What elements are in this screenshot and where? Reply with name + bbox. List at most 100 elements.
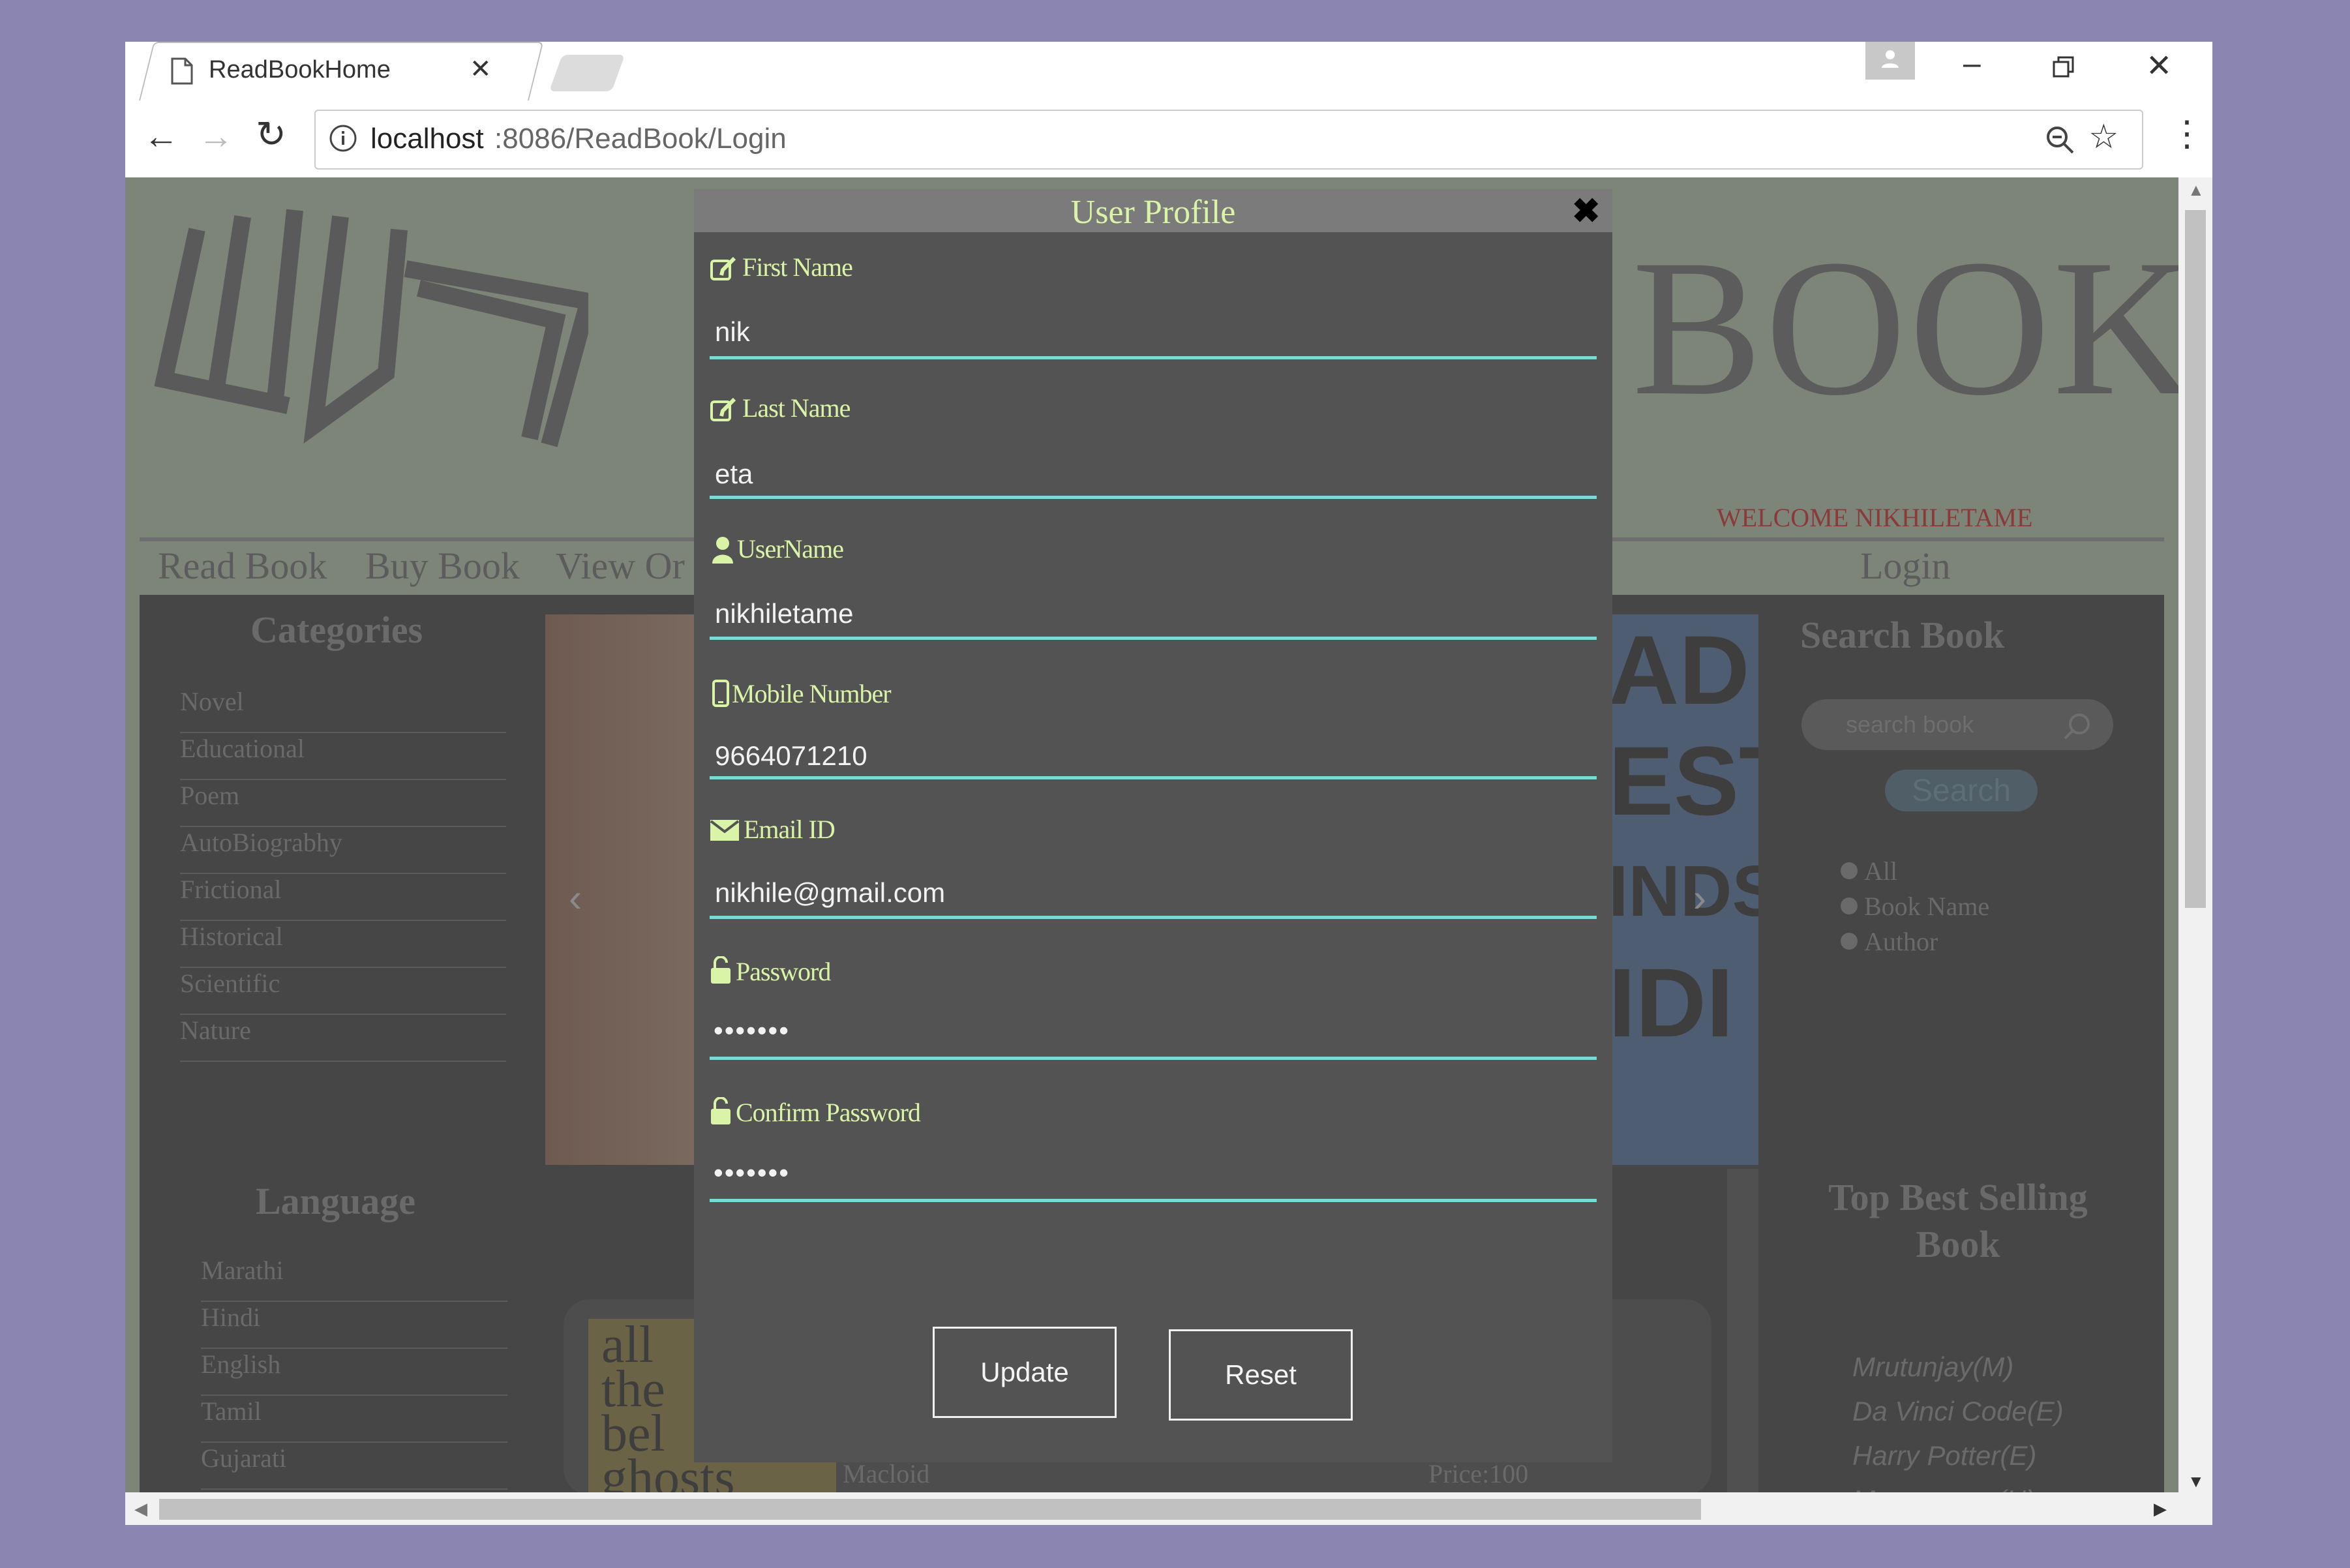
nav-read-book[interactable]: Read Book xyxy=(158,544,327,588)
envelope-icon xyxy=(710,820,740,841)
page-icon xyxy=(171,57,193,85)
browser-window: ReadBookHome ✕ – ✕ ← → ↻ localhost :8086… xyxy=(125,42,2212,1525)
mobile-underline xyxy=(710,776,1597,779)
username-label: UserName xyxy=(737,534,844,564)
reset-button[interactable]: Reset xyxy=(1169,1329,1353,1421)
carousel-image-right: AD EST INDS IDI xyxy=(1602,614,1758,1165)
category-item[interactable]: Poem xyxy=(180,780,506,827)
modal-title: User Profile xyxy=(1070,194,1236,231)
search-option-all[interactable]: All xyxy=(1841,853,1989,888)
language-item[interactable]: English xyxy=(201,1349,507,1396)
categories-title: Categories xyxy=(250,609,423,651)
radio-icon xyxy=(1841,933,1858,950)
search-input[interactable]: search book xyxy=(1801,699,2113,750)
update-button[interactable]: Update xyxy=(933,1327,1117,1418)
last-name-label: Last Name xyxy=(742,393,851,423)
language-item[interactable]: Tamil xyxy=(201,1396,507,1443)
category-item[interactable]: Historical xyxy=(180,921,506,968)
nav-buy-book[interactable]: Buy Book xyxy=(365,544,520,588)
vertical-scroll-thumb[interactable] xyxy=(2185,210,2206,908)
tab-close-icon[interactable]: ✕ xyxy=(470,56,492,82)
carousel-next-icon[interactable]: › xyxy=(1693,875,1706,920)
email-input[interactable] xyxy=(714,873,1590,913)
inner-scrollbar[interactable] xyxy=(1727,1169,1758,1492)
categories-list: Novel Educational Poem AutoBiograbhy Fri… xyxy=(180,686,506,1062)
nav-login[interactable]: Login xyxy=(1860,544,1951,588)
email-group: Email ID xyxy=(710,814,1597,944)
top-book-item[interactable]: Mrutunjay(M) xyxy=(1852,1351,2064,1396)
confirm-password-input[interactable]: ••••••• xyxy=(714,1157,790,1188)
search-icon xyxy=(2064,714,2090,740)
language-item[interactable]: Gujarati xyxy=(201,1443,507,1490)
browser-toolbar: ← → ↻ localhost :8086/ReadBook/Login ☆ ⋮ xyxy=(125,100,2212,179)
new-tab-button[interactable] xyxy=(549,55,625,91)
email-underline xyxy=(710,916,1597,919)
tab-title: ReadBookHome xyxy=(209,56,391,83)
top-selling-title: Top Best Selling Book xyxy=(1828,1176,2088,1265)
minimize-icon[interactable]: – xyxy=(1963,48,1981,80)
close-window-icon[interactable]: ✕ xyxy=(2146,51,2172,82)
site-logo-text: BOOK xyxy=(1632,219,2178,436)
last-name-input[interactable] xyxy=(714,454,1590,494)
top-books-list: Mrutunjay(M) Da Vinci Code(E) Harry Pott… xyxy=(1852,1351,2064,1492)
first-name-label: First Name xyxy=(742,252,853,282)
confirm-password-label: Confirm Password xyxy=(736,1098,921,1127)
language-item[interactable]: Marathi xyxy=(201,1255,507,1302)
vertical-scrollbar[interactable]: ▲ ▼ xyxy=(2178,177,2212,1492)
forward-arrow-icon[interactable]: → xyxy=(198,119,233,154)
book-author: Macloid xyxy=(843,1459,930,1488)
scroll-right-icon[interactable]: ▶ xyxy=(2154,1499,2167,1519)
category-item[interactable]: Scientific xyxy=(180,968,506,1015)
top-book-item[interactable]: Da Vinci Code(E) xyxy=(1852,1396,2064,1440)
user-icon xyxy=(712,537,733,564)
search-options: All Book Name Author xyxy=(1841,853,1989,959)
modal-header: User Profile ✖ xyxy=(694,189,1612,232)
tab-readbookhome[interactable]: ReadBookHome ✕ xyxy=(151,42,530,100)
profile-avatar[interactable] xyxy=(1865,42,1915,80)
language-title: Language xyxy=(256,1180,415,1222)
nav-view-orders[interactable]: View Or xyxy=(556,544,685,588)
carousel-prev-icon[interactable]: ‹ xyxy=(569,875,582,920)
search-option-author[interactable]: Author xyxy=(1841,924,1989,959)
language-list: Marathi Hindi English Tamil Gujarati xyxy=(201,1255,507,1490)
scroll-up-icon[interactable]: ▲ xyxy=(2188,180,2205,200)
first-name-input[interactable] xyxy=(714,312,1590,352)
welcome-text: WELCOME NIKHILETAME xyxy=(1717,503,2033,532)
category-item[interactable]: Novel xyxy=(180,686,506,733)
back-arrow-icon[interactable]: ← xyxy=(143,119,179,154)
horizontal-scrollbar[interactable]: ◀ ▶ xyxy=(125,1492,2212,1525)
horizontal-scroll-thumb[interactable] xyxy=(159,1499,1701,1520)
category-item[interactable]: Nature xyxy=(180,1015,506,1062)
search-button[interactable]: Search xyxy=(1885,770,2038,811)
top-book-item[interactable]: Mansarovar(H) xyxy=(1852,1485,2064,1492)
search-placeholder: search book xyxy=(1846,711,1974,738)
scroll-left-icon[interactable]: ◀ xyxy=(134,1499,147,1519)
info-icon[interactable] xyxy=(329,124,357,153)
scroll-down-icon[interactable]: ▼ xyxy=(2188,1471,2205,1492)
search-option-book-name[interactable]: Book Name xyxy=(1841,888,1989,924)
address-bar[interactable]: localhost :8086/ReadBook/Login ☆ xyxy=(314,110,2143,170)
tab-bar: ReadBookHome ✕ – ✕ xyxy=(125,42,2212,102)
password-underline xyxy=(710,1057,1597,1060)
top-book-item[interactable]: Harry Potter(E) xyxy=(1852,1440,2064,1485)
password-input[interactable]: ••••••• xyxy=(714,1015,790,1046)
modal-close-icon[interactable]: ✖ xyxy=(1572,192,1601,231)
language-item[interactable]: Hindi xyxy=(201,1302,507,1349)
reload-icon[interactable]: ↻ xyxy=(256,116,286,153)
menu-kebab-icon[interactable]: ⋮ xyxy=(2169,116,2205,151)
books-logo-icon xyxy=(154,209,588,447)
username-underline xyxy=(710,637,1597,640)
category-item[interactable]: Frictional xyxy=(180,874,506,921)
mobile-icon xyxy=(712,680,729,707)
mobile-input[interactable] xyxy=(714,736,1590,776)
zoom-icon[interactable] xyxy=(2044,124,2075,155)
category-item[interactable]: Educational xyxy=(180,733,506,780)
username-input[interactable] xyxy=(714,594,1590,634)
password-group: Password ••••••• xyxy=(710,956,1597,1087)
confirm-password-underline xyxy=(710,1199,1597,1202)
search-book-title: Search Book xyxy=(1800,614,2005,656)
restore-icon[interactable] xyxy=(2053,56,2075,78)
first-name-group: First Name xyxy=(710,252,1597,382)
bookmark-star-icon[interactable]: ☆ xyxy=(2088,120,2119,154)
category-item[interactable]: AutoBiograbhy xyxy=(180,827,506,874)
